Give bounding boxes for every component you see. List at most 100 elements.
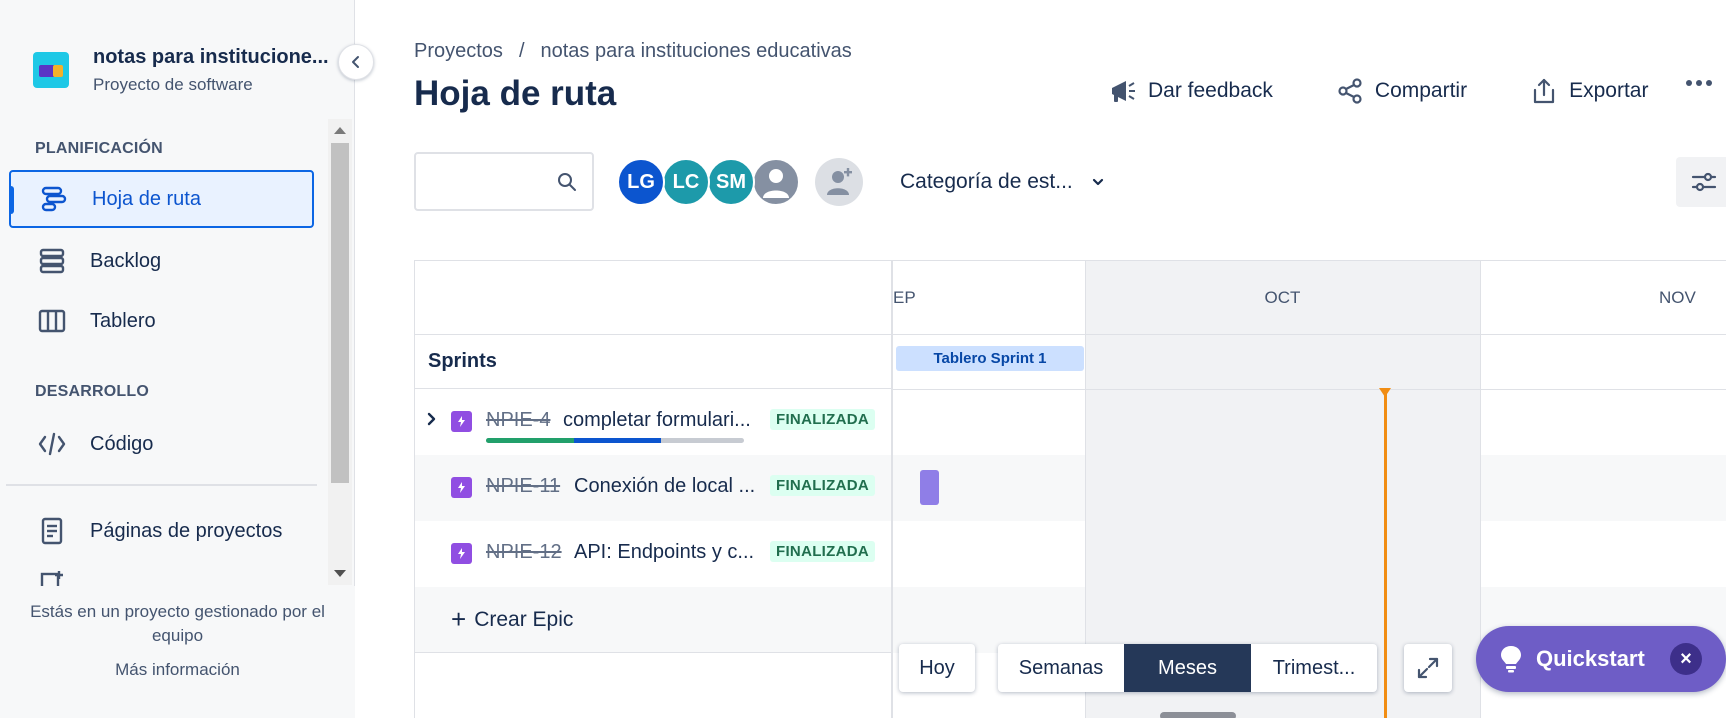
sidebar-scrollbar[interactable]: [328, 119, 352, 585]
more-options-icon[interactable]: [1686, 80, 1712, 86]
avatar-lg[interactable]: LG: [617, 158, 665, 206]
scale-weeks-button[interactable]: Semanas: [998, 644, 1124, 692]
scroll-up-arrow-icon[interactable]: [334, 127, 346, 134]
epic-icon: [451, 411, 472, 432]
epic-progress-bar: [486, 438, 744, 443]
scroll-down-arrow-icon[interactable]: [334, 570, 346, 577]
section-label-planning: PLANIFICACIÓN: [35, 140, 163, 157]
user-icon: [763, 169, 789, 198]
quickstart-button[interactable]: Quickstart ×: [1476, 626, 1726, 692]
section-label-development: DESARROLLO: [35, 383, 149, 400]
sidebar-item-roadmap[interactable]: Hoja de ruta: [9, 170, 314, 228]
sidebar-item-code[interactable]: Código: [9, 415, 314, 473]
sidebar-item-board[interactable]: Tablero: [9, 292, 314, 350]
progress-done: [486, 438, 574, 443]
project-name: notas para institucione...: [93, 46, 329, 68]
breadcrumb-project[interactable]: notas para instituciones educativas: [541, 40, 852, 63]
project-type: Proyecto de software: [93, 75, 253, 94]
status-badge: FINALIZADA: [770, 541, 875, 562]
scale-months-button[interactable]: Meses: [1124, 644, 1251, 692]
status-badge: FINALIZADA: [770, 475, 875, 496]
progress-in-progress: [573, 438, 662, 443]
epic-title[interactable]: Conexión de local ...: [574, 475, 764, 498]
roadmap-icon: [36, 181, 72, 217]
search-input[interactable]: [416, 154, 546, 209]
status-category-filter[interactable]: Categoría de est...: [900, 170, 1105, 194]
epic-icon: [451, 477, 472, 498]
scrollbar-thumb[interactable]: [331, 143, 349, 483]
scale-quarters-button[interactable]: Trimest...: [1251, 644, 1377, 692]
add-shortcut-icon: [34, 566, 70, 588]
today-button[interactable]: Hoy: [899, 644, 975, 692]
quickstart-close-button[interactable]: ×: [1670, 643, 1702, 675]
month-header: EP OCT NOV: [893, 261, 1726, 335]
chevron-left-icon: [352, 56, 359, 68]
sidebar-item-project-pages[interactable]: Páginas de proyectos: [9, 502, 314, 560]
sidebar: notas para institucione... Proyecto de s…: [0, 0, 355, 718]
project-avatar-icon: [33, 52, 69, 88]
sprints-row-label: Sprints: [415, 335, 891, 389]
page-icon: [34, 513, 70, 549]
epic-list: Sprints NPIE-4 completar formulari... FI…: [415, 261, 893, 718]
chevron-right-icon[interactable]: [425, 411, 439, 427]
create-epic-button[interactable]: + Crear Epic: [415, 587, 891, 653]
code-icon: [34, 426, 70, 462]
export-button[interactable]: Exportar: [1529, 76, 1648, 106]
breadcrumb-projects[interactable]: Proyectos: [414, 40, 503, 63]
page-title: Hoja de ruta: [414, 74, 617, 113]
today-line: [1384, 392, 1387, 718]
sliders-icon: [1691, 172, 1717, 192]
feedback-button[interactable]: Dar feedback: [1108, 76, 1273, 106]
row-band: [893, 455, 1726, 521]
month-label: OCT: [1264, 288, 1301, 307]
project-header[interactable]: notas para institucione... Proyecto de s…: [33, 46, 329, 95]
sidebar-item-backlog[interactable]: Backlog: [9, 232, 314, 290]
avatar-unassigned[interactable]: [752, 158, 800, 206]
status-badge: FINALIZADA: [770, 409, 875, 430]
sidebar-item-label: Páginas de proyectos: [90, 519, 283, 542]
plus-icon: +: [451, 604, 467, 634]
list-header: [415, 261, 891, 335]
sidebar-item-add-shortcut[interactable]: [9, 566, 314, 588]
header-actions: Dar feedback Compartir Exportar: [1108, 76, 1648, 106]
sidebar-item-label: Tablero: [90, 309, 156, 332]
month-label: NOV: [1659, 288, 1696, 307]
share-icon: [1338, 78, 1362, 104]
search-icon: [558, 173, 576, 191]
sidebar-item-label: Backlog: [90, 249, 162, 272]
breadcrumb-separator: /: [518, 40, 525, 62]
epic-timeline-bar[interactable]: [920, 470, 939, 505]
more-info-link[interactable]: Más información: [0, 660, 355, 680]
avatar-lc[interactable]: LC: [662, 158, 710, 206]
sidebar-footer: Estás en un proyecto gestionado por el e…: [0, 586, 355, 718]
avatar-sm[interactable]: SM: [707, 158, 755, 206]
sidebar-item-label: Hoja de ruta: [92, 187, 201, 210]
footer-text: Estás en un proyecto gestionado por el e…: [30, 602, 325, 645]
megaphone-icon: [1112, 81, 1135, 102]
epic-key[interactable]: NPIE-12: [486, 541, 562, 564]
epic-row-npie-12[interactable]: NPIE-12 API: Endpoints y c... FINALIZADA: [415, 521, 891, 587]
chevron-down-icon: [1092, 178, 1103, 186]
sprint-chip[interactable]: Tablero Sprint 1: [896, 346, 1084, 371]
breadcrumb: Proyectos / notas para instituciones edu…: [414, 40, 852, 63]
add-user-icon: [827, 168, 852, 195]
collapse-sidebar-button[interactable]: [338, 44, 374, 80]
fullscreen-button[interactable]: [1404, 644, 1452, 692]
epic-title[interactable]: completar formulari...: [563, 409, 763, 432]
timeline-horizontal-scrollbar[interactable]: [1160, 712, 1236, 718]
view-settings-button[interactable]: [1676, 157, 1726, 207]
board-icon: [34, 303, 70, 339]
epic-row-npie-11[interactable]: NPIE-11 Conexión de local ... FINALIZADA: [415, 455, 891, 521]
epic-key[interactable]: NPIE-11: [486, 475, 560, 498]
timescale-selector: Semanas Meses Trimest...: [998, 644, 1377, 692]
epic-key[interactable]: NPIE-4: [486, 409, 550, 432]
epic-row-npie-4[interactable]: NPIE-4 completar formulari... FINALIZADA: [415, 389, 891, 455]
search-input-wrapper: [414, 152, 594, 211]
share-button[interactable]: Compartir: [1335, 76, 1467, 106]
sidebar-item-label: Código: [90, 432, 154, 455]
epic-icon: [451, 543, 472, 564]
sidebar-divider: [6, 484, 317, 486]
add-people-button[interactable]: [815, 158, 863, 206]
backlog-icon: [34, 243, 70, 279]
epic-title[interactable]: API: Endpoints y c...: [574, 541, 764, 564]
